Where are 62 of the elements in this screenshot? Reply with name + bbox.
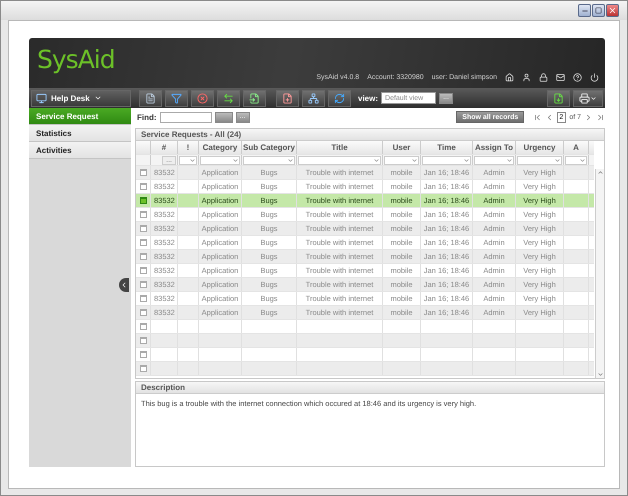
column-header[interactable]: Time bbox=[437, 143, 456, 152]
scroll-down-icon[interactable] bbox=[596, 371, 604, 378]
next-page-icon[interactable] bbox=[584, 112, 593, 122]
delete-icon[interactable] bbox=[191, 90, 214, 106]
home-icon[interactable] bbox=[505, 73, 514, 82]
lock-icon[interactable] bbox=[539, 73, 548, 82]
column-header[interactable]: Title bbox=[331, 143, 348, 152]
swap-arrows-icon[interactable] bbox=[217, 90, 240, 106]
export-icon[interactable] bbox=[547, 90, 570, 106]
chevron-left-icon bbox=[120, 281, 128, 289]
close-button[interactable] bbox=[606, 4, 619, 17]
caret-icon bbox=[463, 156, 470, 164]
filter-icon[interactable] bbox=[165, 90, 188, 106]
import-icon[interactable] bbox=[243, 90, 266, 106]
print-icon[interactable] bbox=[573, 90, 603, 106]
refresh-icon[interactable] bbox=[328, 90, 351, 106]
grid-title: Service Requests - All (24) bbox=[136, 129, 604, 141]
printer-icon bbox=[579, 92, 590, 104]
minimize-button[interactable] bbox=[578, 4, 591, 17]
caret-icon bbox=[590, 94, 597, 102]
network-icon[interactable] bbox=[302, 90, 325, 106]
add-document-icon[interactable] bbox=[276, 90, 299, 106]
power-icon[interactable] bbox=[590, 73, 599, 82]
description-title: Description bbox=[136, 382, 604, 394]
monitor-icon bbox=[36, 92, 47, 104]
column-header[interactable]: User bbox=[392, 143, 410, 152]
first-page-icon[interactable] bbox=[533, 112, 542, 122]
caret-icon bbox=[287, 156, 294, 164]
column-header[interactable]: Urgency bbox=[523, 143, 556, 152]
module-menu-button[interactable]: Help Desk bbox=[31, 90, 131, 106]
view-label: view: bbox=[358, 94, 378, 102]
caret-icon bbox=[554, 156, 561, 164]
document-icon[interactable] bbox=[139, 90, 162, 106]
column-header[interactable]: # bbox=[162, 143, 166, 152]
mail-icon[interactable] bbox=[556, 73, 565, 82]
sidebar-item[interactable]: Activities bbox=[29, 142, 131, 159]
sidebar-item[interactable]: Service Request bbox=[29, 108, 131, 125]
caret-icon bbox=[506, 156, 513, 164]
close-icon bbox=[608, 6, 617, 15]
column-header[interactable]: Category bbox=[202, 143, 238, 152]
caret-icon bbox=[94, 94, 102, 102]
scroll-up-icon[interactable] bbox=[596, 169, 604, 176]
user-icon[interactable] bbox=[522, 73, 531, 82]
maximize-icon bbox=[595, 7, 602, 14]
logo: SysAid bbox=[37, 45, 115, 74]
column-header[interactable]: A bbox=[573, 143, 579, 152]
column-header[interactable]: Sub Category bbox=[242, 143, 295, 152]
find-button[interactable] bbox=[214, 112, 233, 122]
caret-icon bbox=[232, 156, 239, 164]
column-header[interactable]: ! bbox=[186, 143, 190, 152]
find-field[interactable] bbox=[160, 112, 212, 122]
caret-icon bbox=[579, 156, 586, 164]
caret-icon bbox=[189, 156, 196, 164]
column-header[interactable]: Assign To bbox=[474, 143, 514, 152]
sidebar-item[interactable]: Statistics bbox=[29, 125, 131, 142]
help-icon[interactable] bbox=[573, 73, 582, 82]
maximize-button[interactable] bbox=[592, 4, 605, 17]
caret-icon bbox=[373, 156, 380, 164]
last-page-icon[interactable] bbox=[596, 112, 605, 122]
scrollbar[interactable] bbox=[595, 169, 604, 378]
caret-icon bbox=[411, 156, 418, 164]
find-label: Find: bbox=[137, 112, 157, 122]
